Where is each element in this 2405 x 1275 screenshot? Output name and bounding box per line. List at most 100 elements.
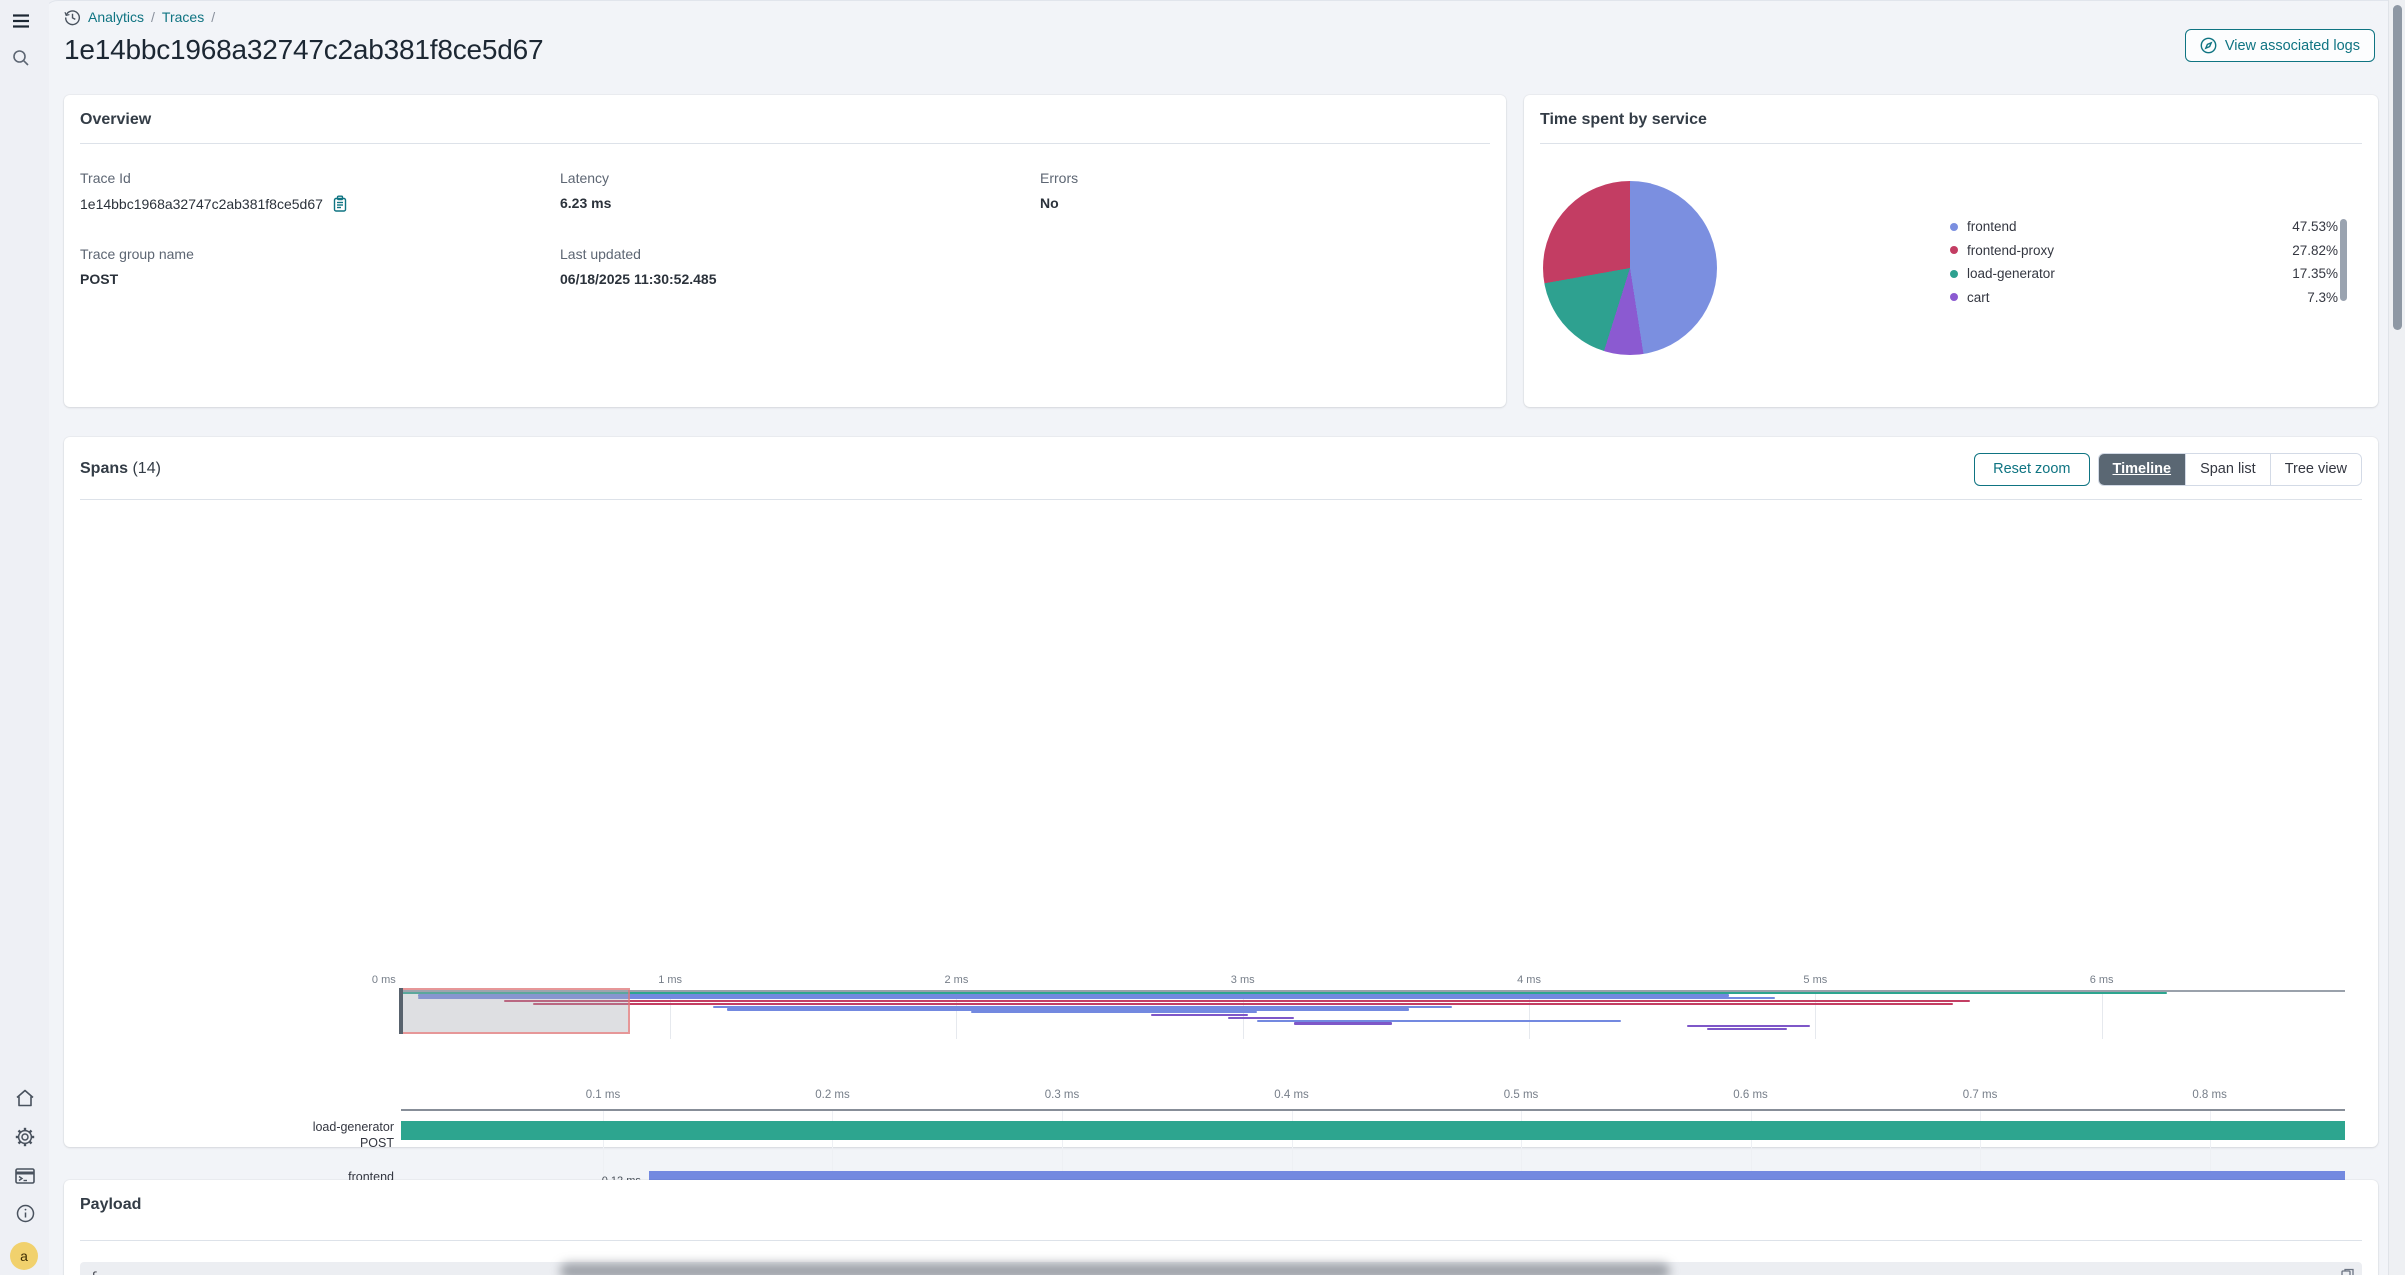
legend-item[interactable]: cart7.3% [1950,286,2338,310]
legend-item[interactable]: load-generator17.35% [1950,262,2338,286]
field-value: 1e14bbc1968a32747c2ab381f8ce5d67 [80,195,560,212]
time-spent-panel: Time spent by service frontend47.53%fron… [1524,95,2378,407]
legend-color-dot [1950,246,1958,254]
legend-color-dot [1950,293,1958,301]
minimap-axis-tick: 1 ms [658,974,682,986]
discover-compass-icon [2200,37,2217,54]
overview-field: Trace group name POST [80,246,560,287]
legend-percent: 17.35% [2292,266,2338,281]
gantt-axis-tick: 0.3 ms [1045,1089,1080,1101]
overview-field: Last updated 06/18/2025 11:30:52.485 [560,246,1040,287]
field-label: Latency [560,170,1040,186]
field-label: Trace group name [80,246,560,262]
minimap-span-bar [1294,1022,1391,1024]
legend-item[interactable]: frontend47.53% [1950,215,2338,239]
spans-panel: Spans (14) Reset zoom TimelineSpan listT… [64,437,2378,1147]
breadcrumb-link-analytics[interactable]: Analytics [88,9,144,25]
search-icon[interactable] [8,45,34,71]
view-toggle-tree-view[interactable]: Tree view [2270,454,2361,485]
copy-icon[interactable] [333,195,348,212]
legend-service-name: frontend [1967,219,2292,234]
legend-item[interactable]: frontend-proxy27.82% [1950,239,2338,263]
overview-fields: Trace Id 1e14bbc1968a32747c2ab381f8ce5d67… [64,144,1506,287]
payload-title: Payload [80,1196,2362,1214]
field-value: POST [80,271,560,287]
divider [80,499,2362,500]
horizontal-scrollbar-thumb[interactable] [560,1263,1670,1275]
breadcrumb-link-traces[interactable]: Traces [162,9,204,25]
reset-zoom-button[interactable]: Reset zoom [1974,453,2089,486]
time-spent-title: Time spent by service [1540,111,2362,129]
legend-color-dot [1950,223,1958,231]
page-scrollbar-track[interactable] [2388,0,2405,1275]
view-toggle-span-list[interactable]: Span list [2185,454,2270,485]
minimap-axis-tick: 6 ms [2090,974,2114,986]
left-nav-rail [0,0,49,1275]
minimap-span-bar [1228,1017,1294,1019]
copy-icon[interactable] [2341,1268,2354,1275]
overview-field: Latency 6.23 ms [560,170,1040,212]
info-icon[interactable] [12,1200,38,1226]
minimap-axis-tick: 2 ms [945,974,969,986]
gantt-row-label: load-generatorPOST [94,1120,394,1151]
gantt-axis-tick: 0.8 ms [2192,1089,2227,1101]
overview-field: Trace Id 1e14bbc1968a32747c2ab381f8ce5d67 [80,170,560,212]
field-value: No [1040,195,1490,211]
gantt-span-bar[interactable] [401,1121,2345,1140]
minimap-selection-handle[interactable] [399,988,403,1034]
span-service-name: load-generator [94,1120,394,1136]
page-title: 1e14bbc1968a32747c2ab381f8ce5d67 [64,34,2375,66]
spans-count: (14) [132,460,160,477]
spans-title: Spans (14) [80,460,161,478]
service-pie-chart[interactable] [1543,181,1717,355]
legend-service-name: load-generator [1967,266,2292,281]
gantt-axis-tick: 0.1 ms [586,1089,621,1101]
view-toggle-group: TimelineSpan listTree view [2098,453,2363,486]
spans-minimap[interactable]: 0 ms1 ms2 ms3 ms4 ms5 ms6 ms [401,974,2345,1040]
overview-panel: Overview Trace Id1e14bbc1968a32747c2ab38… [64,95,1506,407]
span-operation-name: POST [94,1136,394,1152]
gantt-axis-tick: 0.4 ms [1274,1089,1309,1101]
minimap-gridline [2102,990,2103,1039]
minimap-span-bar [504,1000,1970,1002]
gear-icon[interactable] [12,1124,38,1150]
payload-panel: Payload { [64,1180,2378,1275]
divider [80,1240,2362,1241]
minimap-axis-tick: 5 ms [1803,974,1827,986]
minimap-span-bar [533,1003,1953,1005]
home-icon[interactable] [12,1085,38,1111]
breadcrumb-separator: / [151,9,155,25]
field-value: 6.23 ms [560,195,1040,211]
field-label: Last updated [560,246,1040,262]
gantt-axis-tick: 0.6 ms [1733,1089,1768,1101]
legend-percent: 47.53% [2292,219,2338,234]
minimap-axis-tick: 0 ms [372,974,396,986]
field-value: 06/18/2025 11:30:52.485 [560,271,1040,287]
minimap-axis-tick: 3 ms [1231,974,1255,986]
overview-field: ErrorsNo [1040,170,1490,212]
clock-history-icon [64,9,81,26]
legend-percent: 7.3% [2307,290,2338,305]
pie-legend: frontend47.53%frontend-proxy27.82%load-g… [1950,215,2338,309]
gantt-axis-tick: 0.5 ms [1504,1089,1539,1101]
menu-icon[interactable] [8,8,34,34]
view-toggle-timeline[interactable]: Timeline [2099,454,2186,485]
legend-color-dot [1950,270,1958,278]
minimap-gridline [1815,990,1816,1039]
legend-service-name: cart [1967,290,2307,305]
minimap-span-bar [1151,1014,1248,1016]
legend-scrollbar[interactable] [2340,219,2347,301]
minimap-axis-tick: 4 ms [1517,974,1541,986]
dev-tools-icon[interactable] [12,1163,38,1189]
minimap-selection[interactable] [401,988,630,1034]
legend-percent: 27.82% [2292,243,2338,258]
gantt-axis-tick: 0.7 ms [1963,1089,1998,1101]
avatar[interactable]: a [10,1242,38,1270]
breadcrumb-separator: / [211,9,215,25]
breadcrumb: Analytics / Traces / [64,8,2375,26]
divider [1540,143,2362,144]
gantt-axis-tick: 0.2 ms [815,1089,850,1101]
field-label: Trace Id [80,170,560,186]
view-associated-logs-button[interactable]: View associated logs [2185,29,2375,62]
page-scrollbar-thumb[interactable] [2393,5,2402,330]
